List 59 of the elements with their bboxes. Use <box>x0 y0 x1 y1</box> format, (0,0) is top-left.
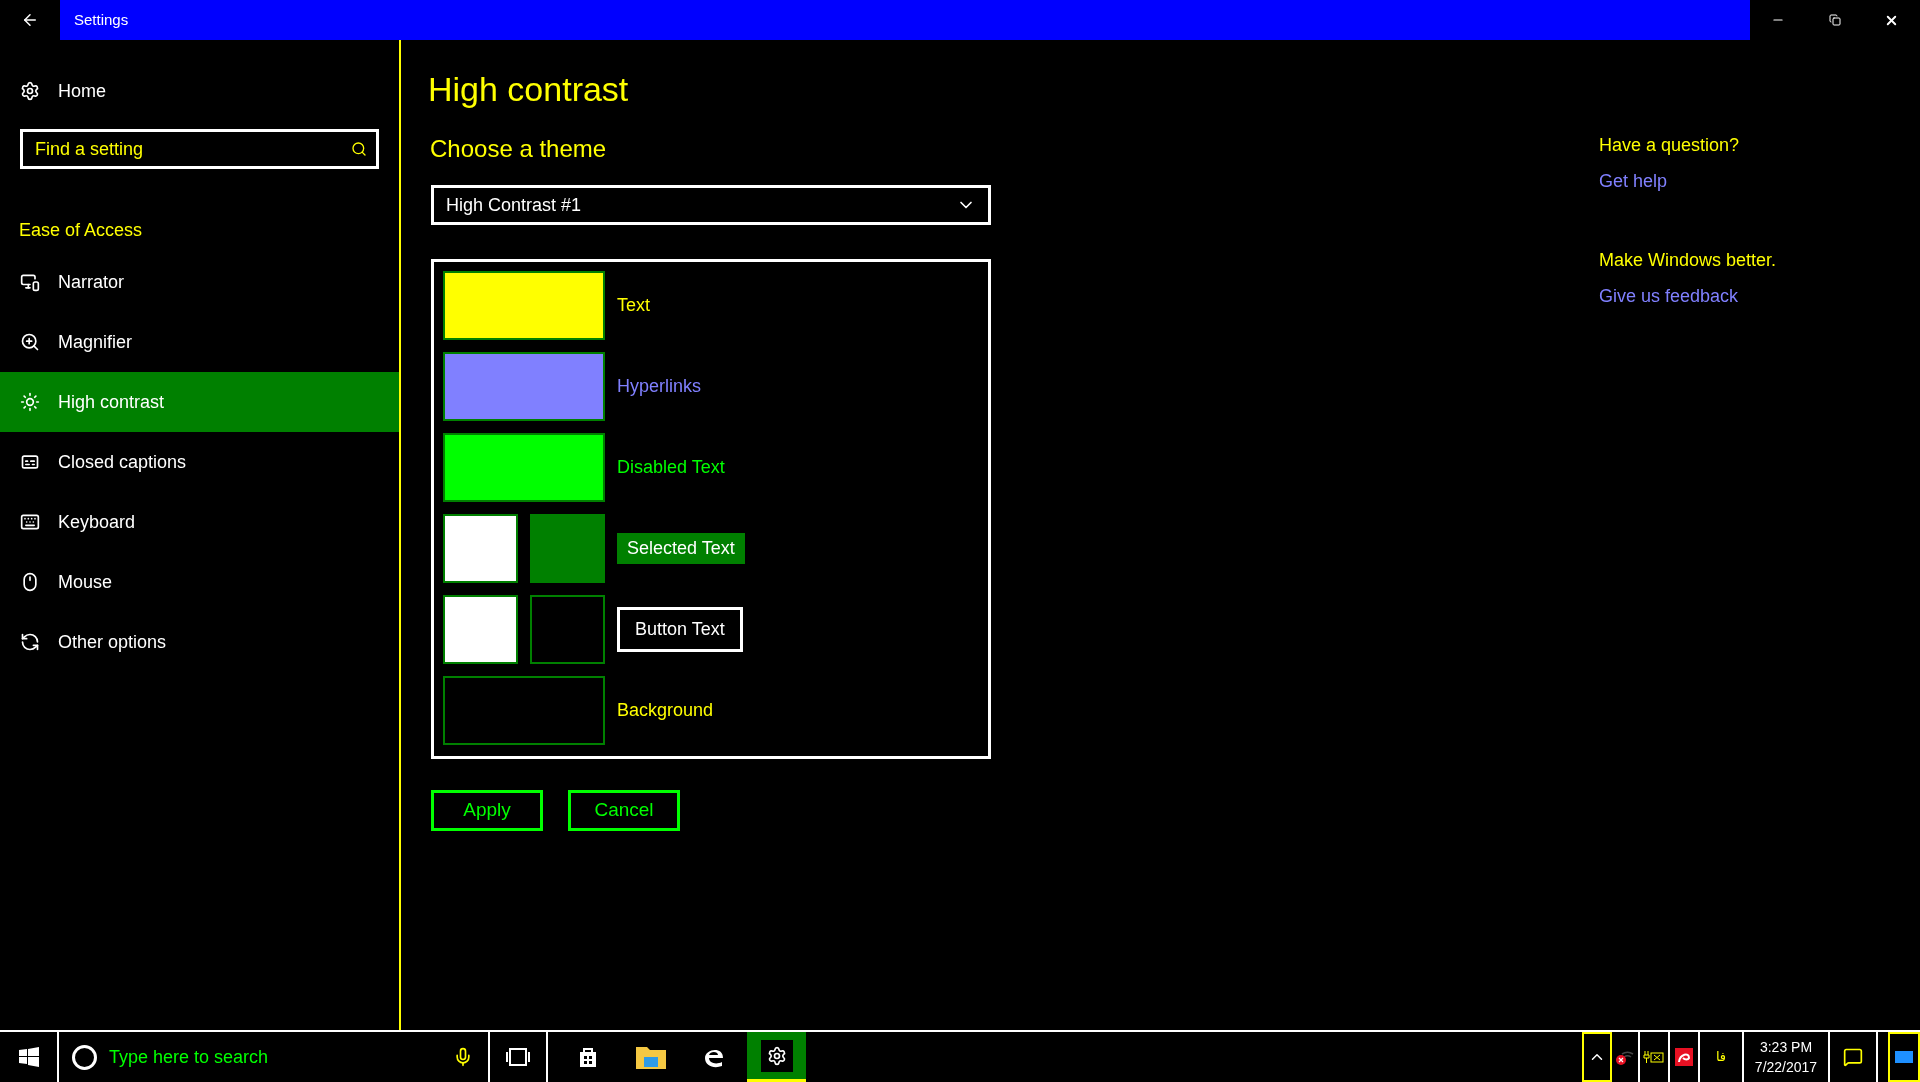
microphone-icon <box>453 1047 473 1067</box>
color-label: Disabled Text <box>617 456 725 479</box>
network-error-icon <box>1616 1048 1634 1066</box>
monitor-icon <box>20 272 40 292</box>
nav-item[interactable]: High contrast <box>0 372 399 432</box>
window-title: Settings <box>74 9 129 30</box>
clock-date: 7/22/2017 <box>1754 1058 1818 1077</box>
desktop-icon <box>1895 1051 1913 1063</box>
battery-plug-icon <box>1643 1050 1665 1064</box>
clock-arrow-icon <box>20 632 40 652</box>
color-swatch[interactable] <box>443 595 518 664</box>
help-heading: Have a question? <box>1599 134 1741 157</box>
umbrella-app-icon <box>1675 1048 1693 1066</box>
search-field[interactable]: Find a setting <box>20 129 379 169</box>
theme-dropdown[interactable]: High Contrast #1 <box>431 185 991 225</box>
show-desktop-button[interactable] <box>1888 1032 1920 1082</box>
color-swatch[interactable] <box>443 433 605 502</box>
color-swatch[interactable] <box>443 352 605 421</box>
sun-icon <box>20 392 40 412</box>
color-swatch[interactable] <box>443 676 605 745</box>
back-icon <box>21 11 39 29</box>
help-link[interactable]: Give us feedback <box>1599 278 1920 314</box>
shopping-bag-icon <box>577 1046 598 1068</box>
message-icon <box>1843 1047 1863 1067</box>
search-icon <box>351 141 367 157</box>
task-view-icon <box>505 1047 531 1067</box>
color-swatch[interactable] <box>530 595 605 664</box>
home-item[interactable]: Home <box>0 61 399 121</box>
tray-overflow-button[interactable] <box>1582 1032 1612 1082</box>
section-heading: Ease of Access <box>19 219 144 242</box>
color-label: Hyperlinks <box>617 375 702 398</box>
color-swatch[interactable] <box>443 514 518 583</box>
cancel-button[interactable]: Cancel <box>568 790 680 831</box>
captions-icon <box>20 452 40 472</box>
page-title: High contrast <box>428 69 630 110</box>
settings-icon <box>766 1045 787 1066</box>
apply-button[interactable]: Apply <box>431 790 543 831</box>
windows-logo-icon <box>18 1047 39 1067</box>
taskbar-app-button[interactable] <box>747 1032 806 1082</box>
help-heading: Make Windows better. <box>1599 249 1778 272</box>
help-link[interactable]: Get help <box>1599 163 1920 199</box>
restore-icon <box>1829 14 1841 26</box>
taskbar-search-field[interactable]: Type here to search <box>59 1032 490 1082</box>
button-text-sample: Button Text <box>617 607 743 652</box>
mouse-icon <box>20 572 40 592</box>
clock-area[interactable]: 3:23 PM 7/22/2017 <box>1744 1032 1830 1082</box>
magnifier-icon <box>20 332 40 352</box>
keyboard-icon <box>20 512 40 532</box>
color-label: Background <box>617 699 714 722</box>
selected-text-sample: Selected Text <box>617 533 745 564</box>
color-swatch[interactable] <box>530 514 605 583</box>
color-label: Text <box>617 294 650 317</box>
clock-time: 3:23 PM <box>1759 1038 1813 1057</box>
language-indicator[interactable]: فا <box>1700 1032 1744 1082</box>
taskbar-search-field[interactable]: Type here to search <box>109 1043 441 1071</box>
color-swatch[interactable] <box>443 271 605 340</box>
gear-icon <box>20 81 40 101</box>
folder-icon <box>635 1045 666 1069</box>
section-subtitle: Choose a theme <box>430 134 608 164</box>
